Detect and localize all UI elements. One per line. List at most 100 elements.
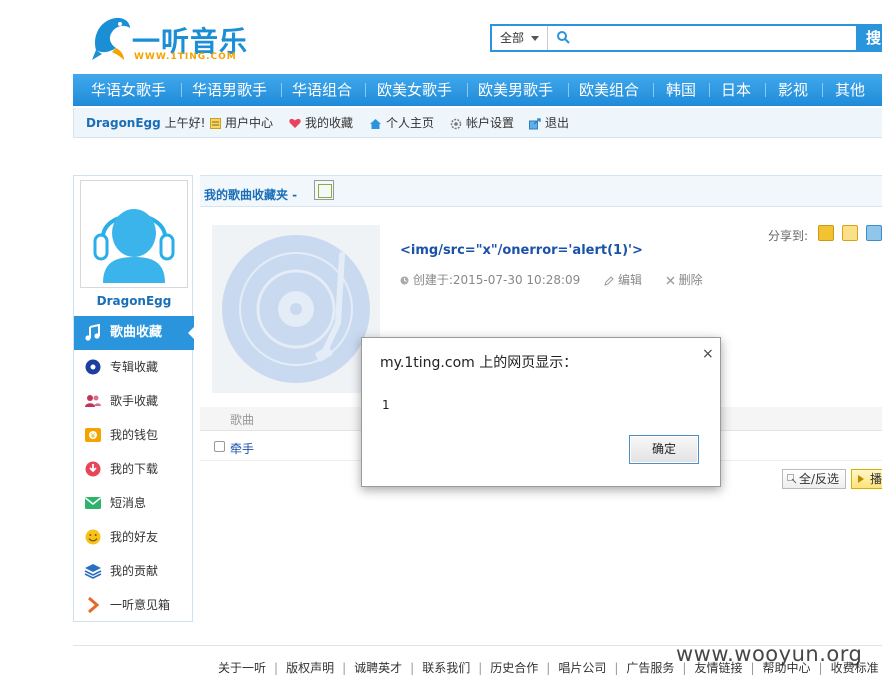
nav-item-korea[interactable]: 韩国: [666, 74, 696, 106]
play-button[interactable]: 播: [851, 469, 882, 489]
svg-text:¥: ¥: [91, 432, 96, 440]
user-center-icon: [210, 118, 221, 129]
nav-item-chinese-group[interactable]: 华语组合: [292, 74, 352, 106]
sidebar-item-wallet[interactable]: ¥ 我的钱包: [74, 418, 194, 452]
nav-divider: [181, 83, 182, 97]
delete-link[interactable]: 删除: [666, 273, 713, 287]
nav-item-western-group[interactable]: 欧美组合: [579, 74, 639, 106]
home-icon: [370, 118, 381, 129]
select-icon: [787, 474, 797, 484]
footer-link[interactable]: 联系我们: [422, 661, 470, 675]
sidebar-item-contributions[interactable]: 我的贡献: [74, 554, 194, 588]
edit-link[interactable]: 编辑: [604, 273, 656, 287]
select-all-button[interactable]: 全/反选: [782, 469, 846, 489]
subnav-logout[interactable]: 退出: [529, 108, 569, 138]
song-checkbox[interactable]: [214, 441, 225, 452]
subnav-favorites[interactable]: 我的收藏: [289, 108, 353, 138]
subnav-label: 帐户设置: [466, 116, 515, 130]
nav-item-western-female[interactable]: 欧美女歌手: [377, 74, 452, 106]
smiley-icon: [85, 529, 101, 545]
search-scope-value: 全部: [500, 31, 525, 45]
nav-item-chinese-female[interactable]: 华语女歌手: [91, 74, 166, 106]
panel-title: 我的歌曲收藏夹 -: [204, 188, 298, 202]
column-song: 歌曲: [230, 413, 255, 427]
share-star-icon[interactable]: [842, 225, 858, 241]
nav-item-other[interactable]: 其他: [835, 74, 865, 106]
footer-link[interactable]: 唱片公司: [558, 661, 606, 675]
footer-link[interactable]: 版权声明: [286, 661, 334, 675]
subnav-label: 用户中心: [225, 116, 274, 130]
avatar[interactable]: [80, 180, 188, 288]
delete-label: 删除: [678, 273, 703, 287]
created-text: 创建于:2015-07-30 10:28:09: [412, 273, 581, 287]
vinyl-disc-icon: [222, 235, 370, 383]
disc-icon: [85, 359, 101, 375]
close-icon[interactable]: ×: [702, 346, 714, 362]
site-logo[interactable]: 一听音乐 WWW.1TING.COM: [90, 14, 250, 66]
broken-image-icon: [314, 180, 334, 200]
share-qzone-icon[interactable]: [818, 225, 834, 241]
footer-link[interactable]: 关于一听: [218, 661, 266, 675]
search-button[interactable]: 搜: [856, 24, 882, 52]
nav-item-western-male[interactable]: 欧美男歌手: [478, 74, 553, 106]
mail-icon: [85, 497, 101, 509]
user-avatar-icon: [93, 209, 175, 283]
footer-link[interactable]: 广告服务: [626, 661, 674, 675]
subnav-homepage[interactable]: 个人主页: [369, 108, 434, 138]
greeting-text: 上午好!: [164, 116, 206, 130]
subnav-label: 我的收藏: [305, 116, 354, 130]
users-icon: [85, 395, 101, 407]
clock-icon: [400, 276, 409, 285]
subnav-label: 退出: [545, 116, 570, 130]
sidebar-item-messages[interactable]: 短消息: [74, 486, 194, 520]
sidebar-item-song-favorites[interactable]: 歌曲收藏: [74, 316, 195, 350]
nav-divider: [765, 83, 766, 97]
subnav-account-settings[interactable]: 帐户设置: [450, 108, 514, 138]
chevron-right-icon: [88, 596, 100, 614]
nav-item-film[interactable]: 影视: [778, 74, 808, 106]
search-scope-select[interactable]: 全部: [492, 26, 548, 50]
main-nav: 华语女歌手 华语男歌手 华语组合 欧美女歌手 欧美男歌手 欧美组合 韩国 日本 …: [73, 74, 882, 106]
sidebar-username[interactable]: DragonEgg: [74, 294, 194, 308]
sidebar-item-label: 短消息: [110, 496, 147, 510]
user-greeting: DragonEgg 上午好!: [86, 108, 205, 138]
nav-divider: [365, 83, 366, 97]
sidebar-item-label: 我的好友: [110, 530, 159, 544]
music-note-icon: [85, 324, 100, 341]
user-bar: DragonEgg 上午好! 用户中心 我的收藏 个人主页 帐户设置 退出: [73, 108, 882, 138]
panel-header: 我的歌曲收藏夹 -: [200, 175, 882, 207]
subnav-label: 个人主页: [386, 116, 435, 130]
share-weibo-icon[interactable]: [866, 225, 882, 241]
search-icon: [557, 31, 570, 44]
sidebar-item-artist-favorites[interactable]: 歌手收藏: [74, 384, 194, 418]
username-link[interactable]: DragonEgg: [86, 116, 161, 130]
footer-link[interactable]: 诚聘英才: [354, 661, 402, 675]
sidebar-item-feedback[interactable]: 一听意见箱: [74, 588, 194, 622]
nav-divider: [281, 83, 282, 97]
dialog-title: my.1ting.com 上的网页显示：: [380, 355, 578, 371]
nav-divider: [822, 83, 823, 97]
playlist-cover: [212, 225, 380, 393]
search-input[interactable]: [576, 28, 846, 48]
heart-icon: [289, 118, 301, 128]
alert-dialog: my.1ting.com 上的网页显示： × 1 确定: [361, 337, 721, 487]
dolphin-icon: [92, 17, 130, 60]
footer-link[interactable]: 历史合作: [490, 661, 538, 675]
gear-icon: [450, 118, 462, 129]
sidebar-item-album-favorites[interactable]: 专辑收藏: [74, 350, 194, 384]
nav-item-japan[interactable]: 日本: [721, 74, 751, 106]
created-time: 创建于:2015-07-30 10:28:09: [400, 273, 594, 287]
sidebar-item-label: 我的贡献: [110, 564, 159, 578]
sidebar-item-downloads[interactable]: 我的下载: [74, 452, 194, 486]
sidebar-item-label: 一听意见箱: [110, 598, 171, 612]
nav-divider: [709, 83, 710, 97]
subnav-user-center[interactable]: 用户中心: [210, 108, 273, 138]
sidebar-item-label: 歌手收藏: [110, 394, 159, 408]
song-name-link[interactable]: 牵手: [230, 440, 254, 457]
sidebar-item-friends[interactable]: 我的好友: [74, 520, 194, 554]
playlist-meta: 创建于:2015-07-30 10:28:09 编辑 删除: [400, 271, 723, 288]
ok-button[interactable]: 确定: [629, 435, 699, 464]
playlist-title: <img/src="x"/onerror='alert(1)'>: [400, 243, 643, 258]
logout-icon: [529, 117, 541, 129]
nav-item-chinese-male[interactable]: 华语男歌手: [192, 74, 267, 106]
